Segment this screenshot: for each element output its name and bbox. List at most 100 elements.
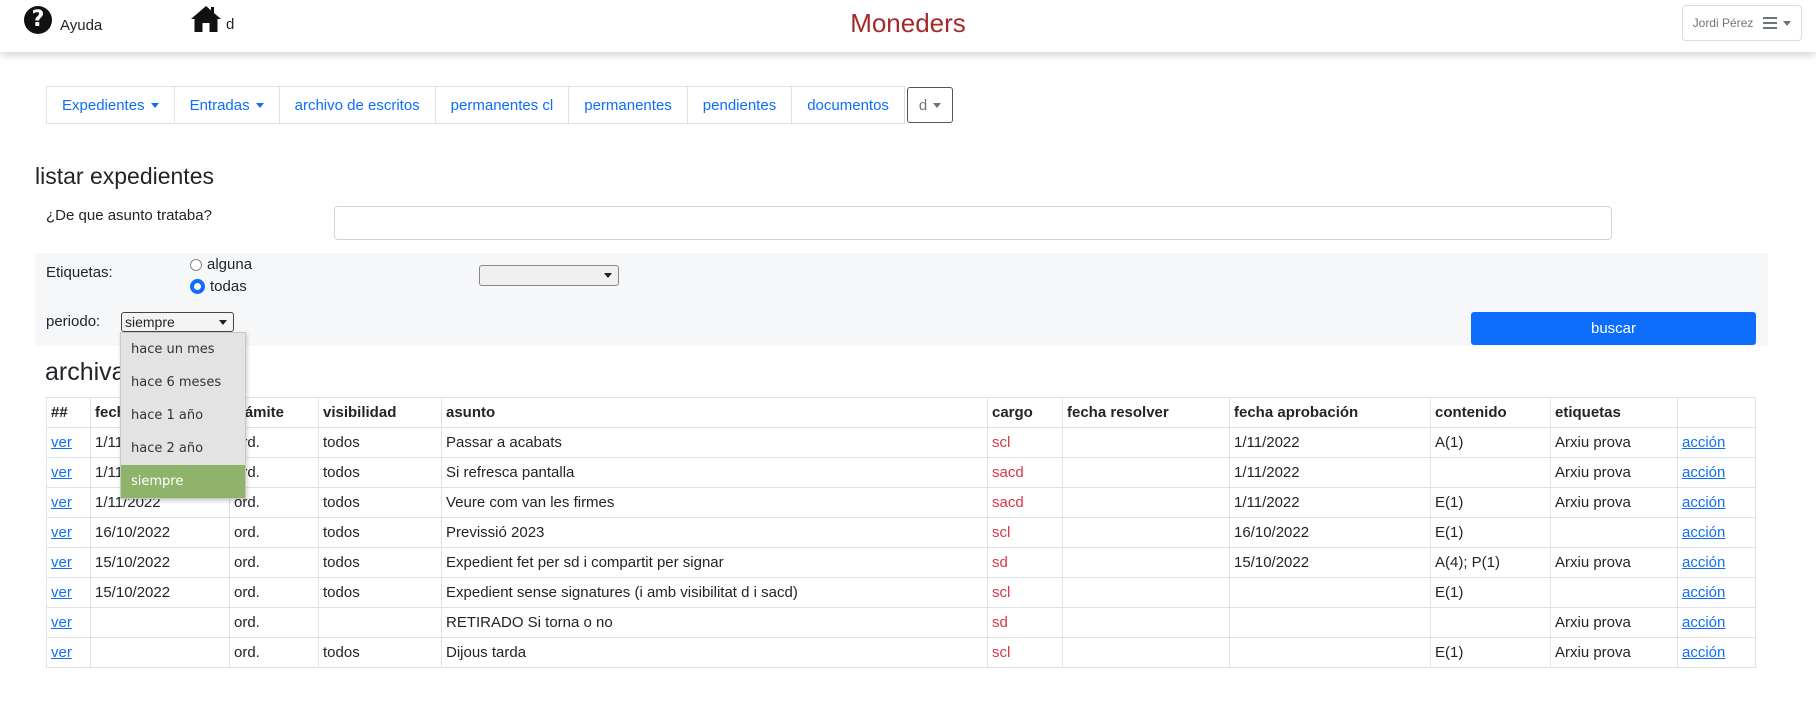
tab-documentos[interactable]: documentos	[791, 86, 905, 124]
col-header-num: ##	[46, 397, 91, 428]
periodo-option[interactable]: hace un mes	[121, 333, 245, 366]
table-cell: ord.	[229, 637, 319, 668]
cell-contenido: E(1)	[1435, 494, 1464, 511]
col-header-accion	[1677, 397, 1756, 428]
tab-archivo-de-escritos[interactable]: archivo de escritos	[278, 86, 435, 124]
periodo-option[interactable]: hace 1 año	[121, 399, 245, 432]
table-cell: 1/11/2022	[1229, 427, 1431, 458]
radio-alguna-input[interactable]	[190, 258, 202, 271]
tab-label: permanentes	[584, 96, 672, 114]
table-cell: A(4); P(1)	[1430, 547, 1551, 578]
chevron-down-icon	[219, 320, 227, 325]
cell-cargo: scl	[992, 584, 1011, 601]
table-cell: ver	[46, 427, 91, 458]
table-cell: acción	[1677, 547, 1756, 578]
tab-expedientes[interactable]: Expedientes	[46, 86, 174, 124]
cell-tramite: ord.	[234, 614, 260, 631]
table-cell: todos	[318, 427, 442, 458]
table-cell: 1/11/2022	[1229, 487, 1431, 518]
help-link[interactable]: ? Ayuda	[24, 6, 102, 34]
table-cell: RETIRADO Si torna o no	[441, 607, 988, 638]
buscar-button[interactable]: buscar	[1471, 312, 1756, 345]
radio-todas-label: todas	[210, 278, 247, 295]
cell-asunto: Si refresca pantalla	[446, 464, 575, 481]
ver-link[interactable]: ver	[51, 584, 72, 601]
ver-link[interactable]: ver	[51, 464, 72, 481]
asunto-input[interactable]	[334, 206, 1612, 240]
table-row: ver 15/10/2022 ord. todos Expedient sense si…	[46, 577, 1756, 608]
tab-entradas[interactable]: Entradas	[173, 86, 279, 124]
periodo-option[interactable]: hace 2 año	[121, 432, 245, 465]
ver-link[interactable]: ver	[51, 644, 72, 661]
cell-asunto: RETIRADO Si torna o no	[446, 614, 613, 631]
radio-alguna-label: alguna	[207, 256, 253, 273]
table-cell: todos	[318, 547, 442, 578]
tab-label: pendientes	[702, 96, 777, 114]
accion-link[interactable]: acción	[1682, 644, 1725, 661]
ver-link[interactable]: ver	[51, 434, 72, 451]
radio-todas[interactable]: todas	[190, 278, 247, 295]
table-cell	[1062, 517, 1230, 548]
asunto-label: ¿De que asunto trataba?	[46, 207, 212, 224]
accion-link[interactable]: acción	[1682, 614, 1725, 631]
table-cell	[1430, 607, 1551, 638]
radio-alguna[interactable]: alguna	[190, 256, 252, 273]
ver-link[interactable]: ver	[51, 554, 72, 571]
cell-etiquetas: Arxiu prova	[1555, 464, 1631, 481]
periodo-select-value: siempre	[125, 314, 175, 330]
periodo-option[interactable]: hace 6 meses	[121, 366, 245, 399]
chevron-down-icon	[255, 102, 264, 108]
table-cell: acción	[1677, 487, 1756, 518]
home-link[interactable]: d	[190, 5, 234, 33]
home-icon	[191, 6, 221, 32]
accion-link[interactable]: acción	[1682, 554, 1725, 571]
table-cell	[90, 637, 230, 668]
accion-link[interactable]: acción	[1682, 494, 1725, 511]
table-cell: E(1)	[1430, 577, 1551, 608]
top-navbar: ? Ayuda d Moneders Jordi Pérez	[0, 0, 1816, 52]
brand-title: Moneders	[850, 8, 966, 38]
table-cell: 1/11/2022	[1229, 457, 1431, 488]
periodo-select[interactable]: siempre	[121, 312, 234, 332]
cell-visibilidad: todos	[323, 554, 360, 571]
table-cell: Dijous tarda	[441, 637, 988, 668]
ver-link[interactable]: ver	[51, 494, 72, 511]
tab-label: documentos	[807, 96, 889, 114]
table-cell: acción	[1677, 607, 1756, 638]
etiquetas-select[interactable]	[479, 265, 619, 286]
table-row: ver ord. RETIRADO Si torna o no sd Arxiu pro…	[46, 607, 1756, 638]
cell-asunto: Expedient fet per sd i compartit per sig…	[446, 554, 724, 571]
accion-link[interactable]: acción	[1682, 524, 1725, 541]
table-cell: ord.	[229, 547, 319, 578]
ver-link[interactable]: ver	[51, 524, 72, 541]
table-cell	[1062, 487, 1230, 518]
accion-link[interactable]: acción	[1682, 434, 1725, 451]
user-menu-button[interactable]: Jordi Pérez	[1682, 5, 1802, 41]
cell-tramite: ord.	[234, 644, 260, 661]
cell-tramite: ord.	[234, 584, 260, 601]
table-cell: 16/10/2022	[90, 517, 230, 548]
table-cell: ver	[46, 607, 91, 638]
table-header-row: ## fecha trámite visibilidad asunto carg…	[46, 397, 1756, 428]
table-cell: Expedient fet per sd i compartit per sig…	[441, 547, 988, 578]
tab-pendientes[interactable]: pendientes	[686, 86, 792, 124]
table-cell: ver	[46, 637, 91, 668]
cell-etiquetas: Arxiu prova	[1555, 434, 1631, 451]
tab-permanentes-cl[interactable]: permanentes cl	[434, 86, 569, 124]
col-header-fecha-resolver: fecha resolver	[1062, 397, 1230, 428]
ver-link[interactable]: ver	[51, 614, 72, 631]
table-cell	[1062, 457, 1230, 488]
periodo-option-selected[interactable]: siempre	[121, 465, 245, 498]
accion-link[interactable]: acción	[1682, 464, 1725, 481]
tab-permanentes[interactable]: permanentes	[568, 86, 687, 124]
table-cell	[90, 607, 230, 638]
accion-link[interactable]: acción	[1682, 584, 1725, 601]
table-cell: Arxiu prova	[1550, 457, 1678, 488]
table-cell: acción	[1677, 457, 1756, 488]
table-row: ver 16/10/2022 ord. todos Previssió 2023 scl 1…	[46, 517, 1756, 548]
table-cell: ord.	[229, 517, 319, 548]
radio-todas-input[interactable]	[190, 279, 205, 294]
tab-label: archivo de escritos	[294, 96, 420, 114]
table-cell: ord.	[229, 607, 319, 638]
tab-d-dropdown[interactable]: d	[906, 87, 954, 123]
